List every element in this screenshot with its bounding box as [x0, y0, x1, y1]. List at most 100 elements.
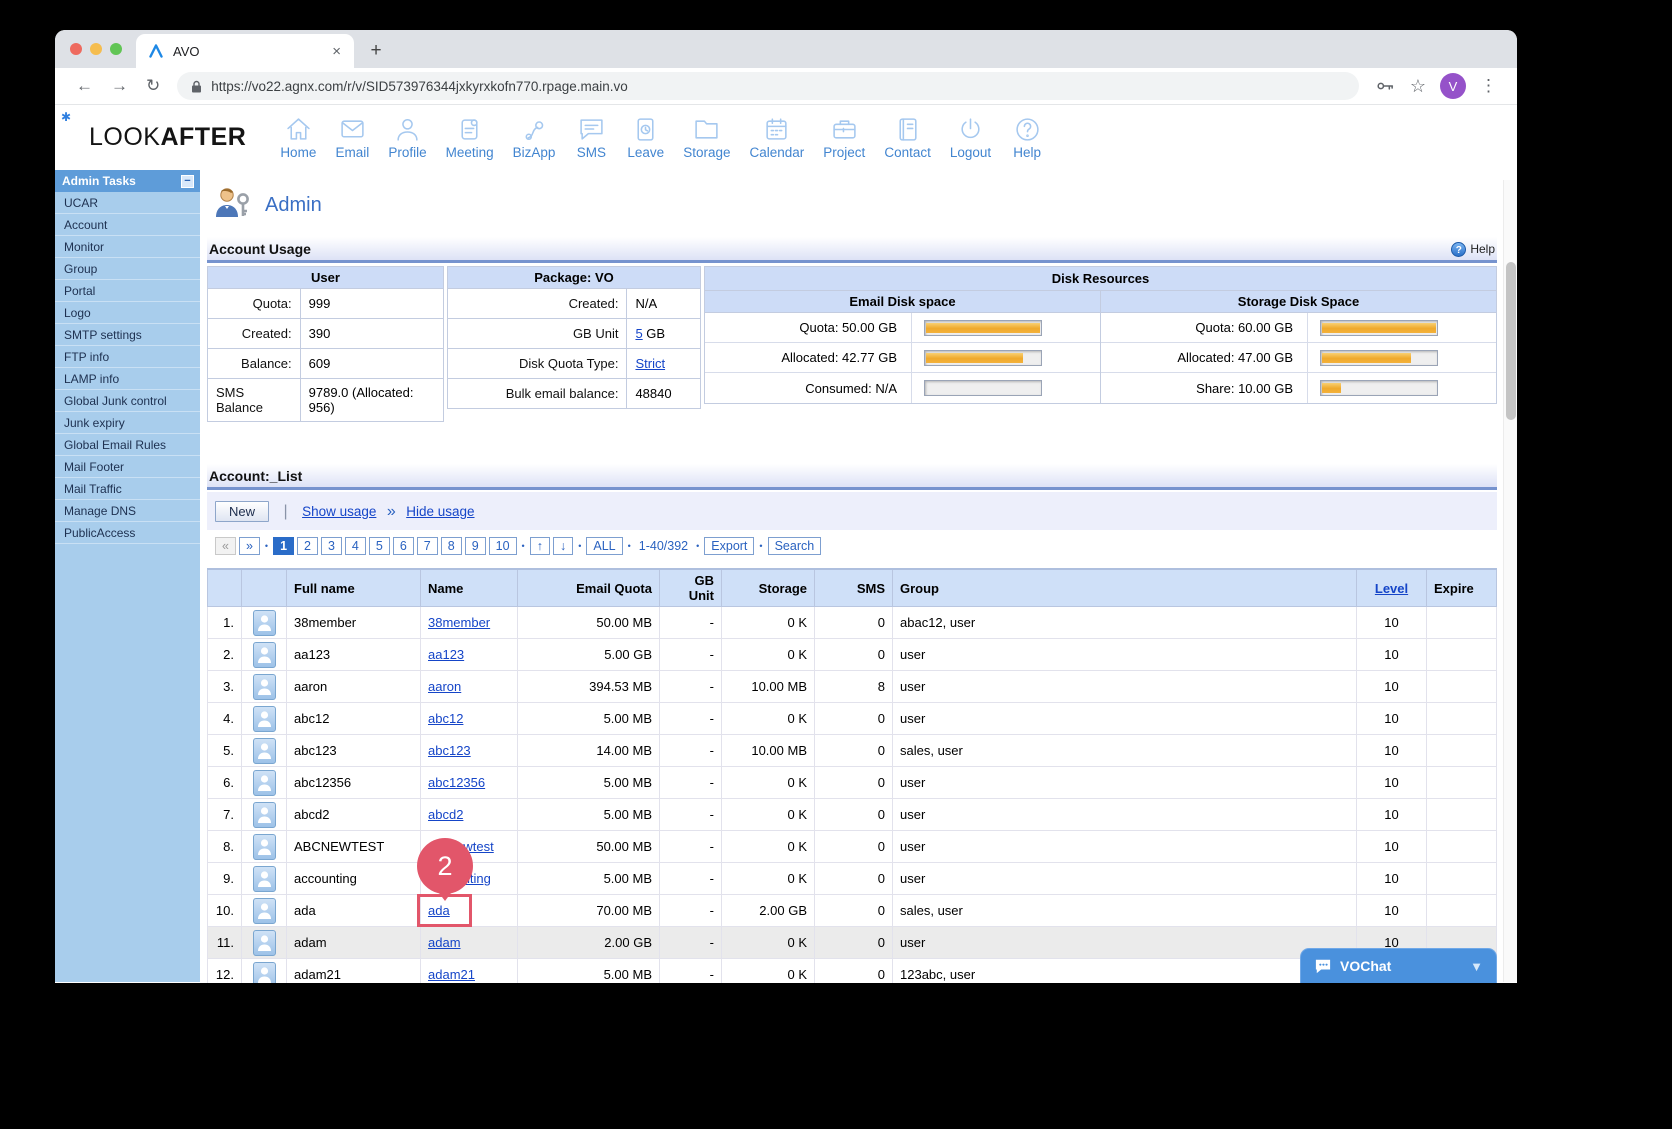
sidebar-item-ftp-info[interactable]: FTP info — [55, 346, 200, 368]
url-bar[interactable]: https://vo22.agnx.com/r/v/SID573976344jx… — [177, 72, 1359, 100]
package-table-link[interactable]: Strict — [635, 356, 665, 371]
nav-item-project[interactable]: Project — [823, 115, 865, 160]
nav-item-calendar[interactable]: Calendar — [750, 115, 805, 160]
search-button[interactable]: Search — [768, 537, 822, 555]
account-name-link[interactable]: abcd2 — [428, 807, 463, 822]
sidebar-item-logo[interactable]: Logo — [55, 302, 200, 324]
full-name-cell: ABCNEWTEST — [287, 831, 421, 863]
package-table-link[interactable]: 5 — [635, 326, 642, 341]
level-cell: 10 — [1357, 767, 1427, 799]
disk-row-label: Quota: 50.00 GB — [705, 313, 912, 342]
back-button[interactable]: ← — [67, 76, 102, 96]
password-key-icon[interactable] — [1369, 81, 1402, 91]
account-name-link[interactable]: abc12356 — [428, 775, 485, 790]
hide-usage-link[interactable]: Hide usage — [406, 504, 474, 519]
nav-item-bizapp[interactable]: BizApp — [513, 115, 556, 160]
pager-sort-up-button[interactable]: ↑ — [530, 537, 550, 555]
nav-item-label: Email — [335, 145, 369, 160]
user-avatar-icon — [253, 802, 276, 828]
storage-cell: 0 K — [722, 959, 815, 984]
minimize-window-button[interactable] — [90, 43, 102, 55]
nav-item-profile[interactable]: Profile — [388, 115, 426, 160]
group-cell: 123abc, user — [893, 959, 1357, 984]
browser-tab[interactable]: AVO × — [136, 34, 354, 68]
package-table-value: Strict — [627, 349, 701, 379]
pager-page-5[interactable]: 5 — [369, 537, 390, 555]
show-usage-link[interactable]: Show usage — [302, 504, 376, 519]
nav-item-help[interactable]: Help — [1010, 115, 1044, 160]
pager-page-7[interactable]: 7 — [417, 537, 438, 555]
avatar-cell — [242, 607, 287, 639]
toolbar-separator: | — [283, 503, 287, 520]
account-name-link[interactable]: adam21 — [428, 967, 475, 982]
scrollbar-thumb[interactable] — [1506, 262, 1516, 420]
vochat-widget[interactable]: VOChat ▼ — [1300, 948, 1497, 983]
reload-button[interactable]: ↻ — [137, 76, 169, 96]
pager-page-9[interactable]: 9 — [465, 537, 486, 555]
pager-page-8[interactable]: 8 — [441, 537, 462, 555]
browser-profile-avatar[interactable]: V — [1440, 73, 1466, 99]
sidebar-item-mail-footer[interactable]: Mail Footer — [55, 456, 200, 478]
chevron-down-icon[interactable]: ▼ — [1470, 959, 1483, 974]
account-name-link[interactable]: 38member — [428, 615, 490, 630]
gb-unit-cell: - — [660, 799, 722, 831]
sidebar-item-lamp-info[interactable]: LAMP info — [55, 368, 200, 390]
email-quota-cell: 5.00 GB — [518, 639, 660, 671]
sidebar-item-manage-dns[interactable]: Manage DNS — [55, 500, 200, 522]
pager-page-6[interactable]: 6 — [393, 537, 414, 555]
sidebar-item-mail-traffic[interactable]: Mail Traffic — [55, 478, 200, 500]
account-name-link[interactable]: adam — [428, 935, 461, 950]
nav-item-storage[interactable]: Storage — [683, 115, 730, 160]
tab-close-icon[interactable]: × — [329, 43, 344, 60]
nav-item-home[interactable]: Home — [280, 115, 316, 160]
table-row: 3.aaronaaron394.53 MB-10.00 MB8user10 — [208, 671, 1497, 703]
sidebar-item-ucar[interactable]: UCAR — [55, 192, 200, 214]
collapse-icon[interactable]: − — [181, 175, 194, 188]
new-tab-button[interactable]: + — [362, 37, 390, 65]
export-button[interactable]: Export — [704, 537, 754, 555]
sidebar-item-publicaccess[interactable]: PublicAccess — [55, 522, 200, 544]
avo-favicon — [148, 43, 164, 59]
forward-button[interactable]: → — [102, 76, 137, 96]
sms-cell: 8 — [815, 671, 893, 703]
account-name-link[interactable]: abc123 — [428, 743, 471, 758]
column-header-level: Level — [1357, 569, 1427, 607]
nav-item-contact[interactable]: Contact — [884, 115, 931, 160]
sidebar-item-global-junk-control[interactable]: Global Junk control — [55, 390, 200, 412]
nav-item-sms[interactable]: SMS — [574, 115, 608, 160]
browser-menu-icon[interactable]: ⋮ — [1472, 76, 1505, 96]
help-link[interactable]: ? Help — [1451, 242, 1495, 257]
nav-item-email[interactable]: Email — [335, 115, 369, 160]
pager-page-3[interactable]: 3 — [321, 537, 342, 555]
account-name-link[interactable]: abc12 — [428, 711, 463, 726]
pager-sort-down-button[interactable]: ↓ — [553, 537, 573, 555]
package-table-label: GB Unit — [448, 319, 627, 349]
bookmark-star-icon[interactable]: ☆ — [1402, 76, 1434, 97]
sidebar-item-global-email-rules[interactable]: Global Email Rules — [55, 434, 200, 456]
raquo-separator: » — [387, 503, 396, 520]
page-scrollbar[interactable] — [1503, 180, 1517, 982]
sidebar-item-portal[interactable]: Portal — [55, 280, 200, 302]
sidebar-item-monitor[interactable]: Monitor — [55, 236, 200, 258]
pager-page-4[interactable]: 4 — [345, 537, 366, 555]
nav-item-meeting[interactable]: Meeting — [446, 115, 494, 160]
account-name-link[interactable]: aaron — [428, 679, 461, 694]
pager-page-10[interactable]: 10 — [489, 537, 517, 555]
level-sort-link[interactable]: Level — [1375, 581, 1408, 596]
nav-item-logout[interactable]: Logout — [950, 115, 991, 160]
new-button[interactable]: New — [215, 501, 269, 522]
sidebar-item-smtp-settings[interactable]: SMTP settings — [55, 324, 200, 346]
pager-next-button[interactable]: » — [239, 537, 260, 555]
pager-page-2[interactable]: 2 — [297, 537, 318, 555]
pager-first-button[interactable]: « — [215, 537, 236, 555]
pager-all-button[interactable]: ALL — [586, 537, 622, 555]
usage-bar — [1320, 320, 1438, 336]
maximize-window-button[interactable] — [110, 43, 122, 55]
sidebar-item-junk-expiry[interactable]: Junk expiry — [55, 412, 200, 434]
nav-item-leave[interactable]: Leave — [627, 115, 664, 160]
pager-page-1[interactable]: 1 — [273, 537, 294, 555]
sidebar-item-account[interactable]: Account — [55, 214, 200, 236]
close-window-button[interactable] — [70, 43, 82, 55]
account-name-link[interactable]: aa123 — [428, 647, 464, 662]
sidebar-item-group[interactable]: Group — [55, 258, 200, 280]
